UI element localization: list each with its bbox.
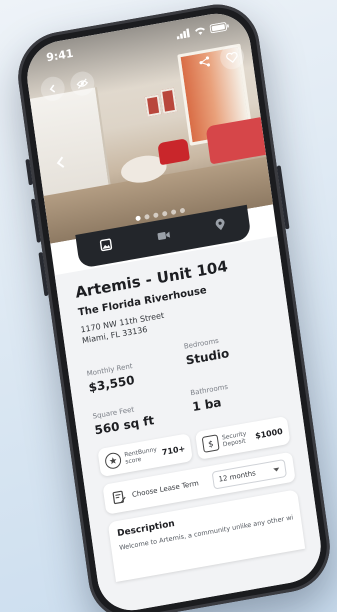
pagination-dot[interactable]: [179, 207, 186, 214]
phone-body: 9:41 Artemis - Unit 104 The Florida Rive…: [12, 0, 336, 612]
lease-term-value: 12 months: [218, 469, 257, 484]
tab-photos[interactable]: [90, 236, 122, 257]
lease-term-select[interactable]: 12 months: [211, 458, 288, 490]
chevron-left-icon: [49, 84, 56, 93]
video-icon: [156, 231, 170, 240]
deposit-value: $1000: [254, 426, 284, 441]
deposit-label: Security Deposit: [221, 430, 247, 449]
phone-screen: 9:41 Artemis - Unit 104 The Florida Rive…: [22, 8, 326, 612]
score-label: RentBunny score: [123, 446, 158, 466]
battery-icon: [209, 21, 229, 33]
photo-art-2: [159, 87, 178, 114]
stat-bedrooms: Bedrooms Studio: [183, 327, 279, 378]
lease-term-label: Choose Lease Term: [131, 479, 200, 499]
stat-monthly-rent: Monthly Rent $3,550: [85, 344, 181, 395]
pagination-dot[interactable]: [153, 212, 159, 219]
photo-armchair: [157, 138, 191, 166]
status-icons: [176, 21, 230, 39]
chevron-left-icon: [56, 156, 65, 168]
pagination-dot[interactable]: [135, 215, 141, 222]
stat-square-feet: Square Feet 560 sq ft: [91, 391, 186, 437]
eye-off-icon: [76, 78, 89, 89]
status-time: 9:41: [45, 46, 75, 64]
tab-map[interactable]: [205, 216, 237, 237]
signal-icon: [176, 27, 190, 39]
dollar-shield-icon: $: [201, 434, 220, 453]
wifi-icon: [194, 27, 205, 35]
pagination-dot[interactable]: [161, 210, 168, 217]
map-pin-icon: [215, 218, 225, 231]
heart-icon: [226, 51, 238, 63]
chevron-down-icon: [273, 467, 280, 471]
badge-icon: [104, 451, 123, 471]
score-value: 710+: [161, 443, 186, 457]
share-icon: [199, 56, 211, 67]
contract-edit-icon: [112, 490, 126, 505]
image-icon: [99, 238, 113, 252]
pagination-dot[interactable]: [144, 213, 150, 220]
pagination-dot[interactable]: [170, 209, 177, 216]
listing-details: Artemis - Unit 104 The Florida Riverhous…: [54, 235, 326, 612]
tab-video[interactable]: [148, 227, 180, 247]
stat-bathrooms: Bathrooms 1 ba: [190, 373, 285, 420]
phone-mockup: 9:41 Artemis - Unit 104 The Florida Rive…: [12, 0, 336, 612]
photo-art-1: [144, 94, 162, 117]
